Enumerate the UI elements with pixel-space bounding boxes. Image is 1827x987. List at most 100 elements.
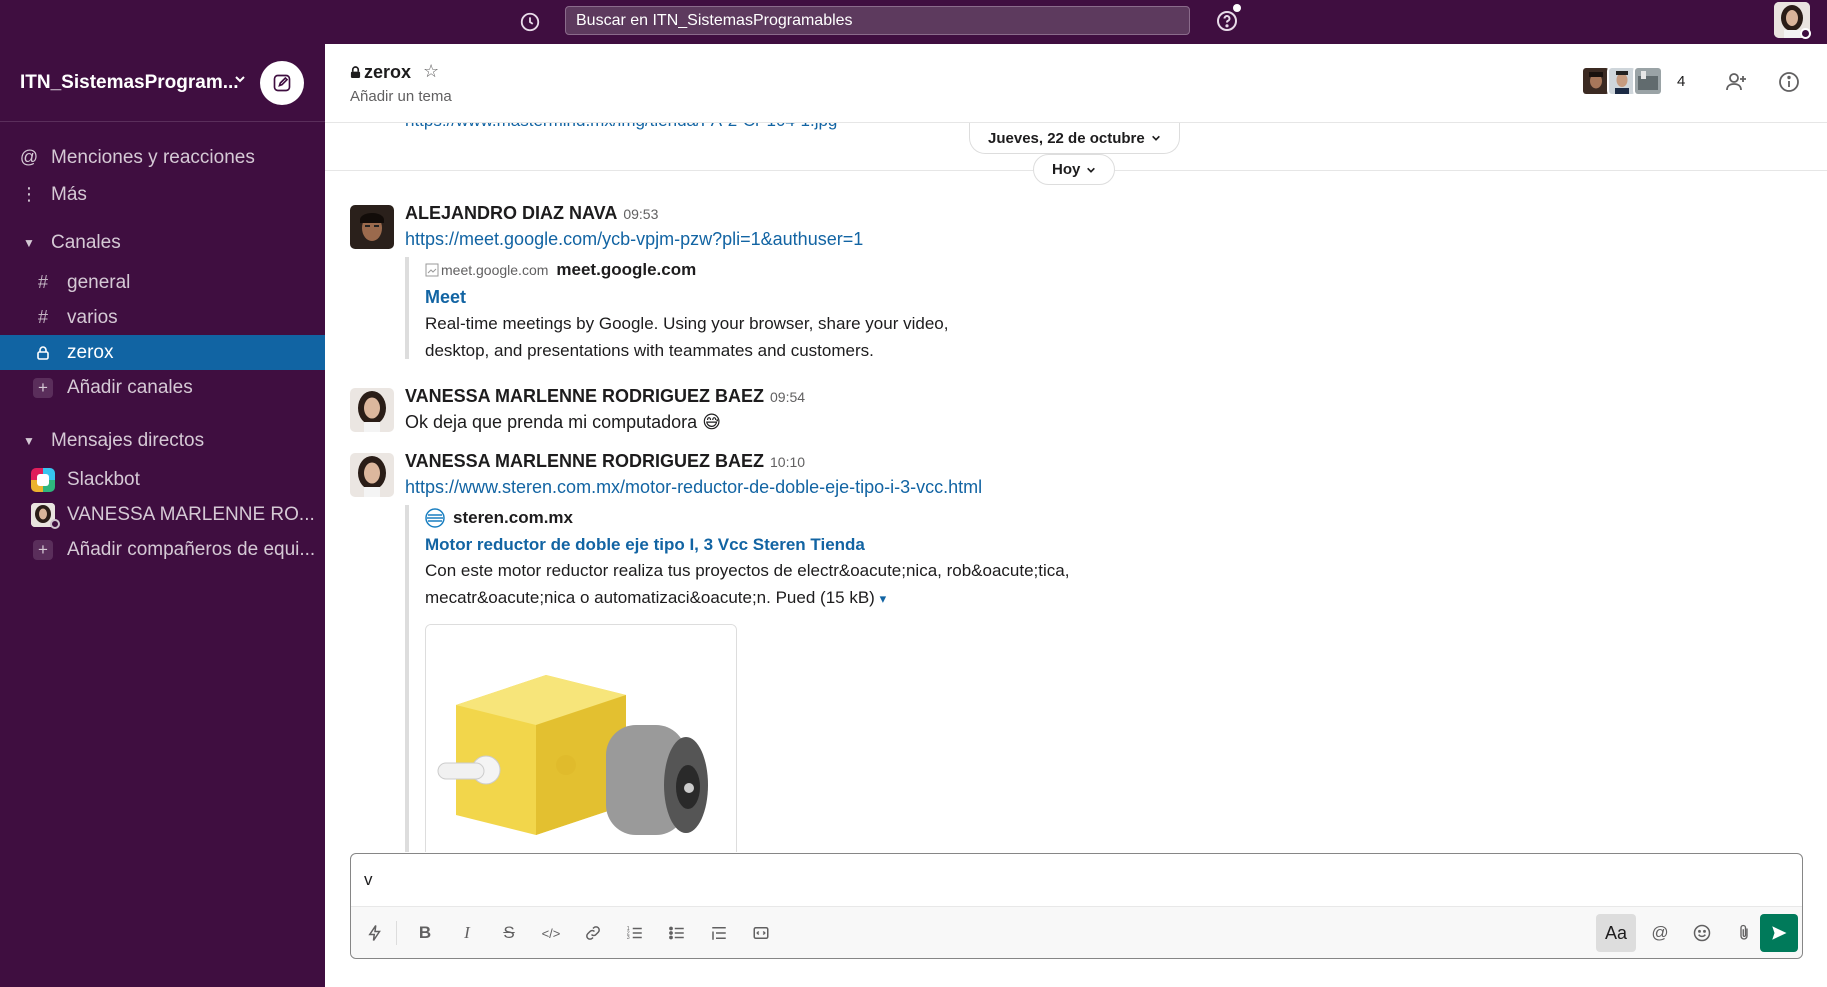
avatar[interactable] bbox=[350, 453, 394, 497]
more-vertical-icon: ⋮ bbox=[20, 184, 38, 204]
compose-button[interactable] bbox=[260, 61, 304, 105]
code-icon[interactable]: </> bbox=[535, 917, 567, 949]
emoji-icon[interactable] bbox=[1686, 917, 1718, 949]
ordered-list-icon[interactable]: 123 bbox=[619, 917, 651, 949]
message-time[interactable]: 09:54 bbox=[770, 389, 805, 405]
formatting-toggle-button[interactable]: Aa bbox=[1596, 914, 1636, 952]
sidebar-item-label: Añadir compañeros de equi... bbox=[67, 538, 316, 560]
chevron-down-icon bbox=[1087, 167, 1096, 173]
message-time[interactable]: 09:53 bbox=[623, 206, 658, 222]
unfurl-desc-text: mecatr&oacute;nica o automatizaci&oacute… bbox=[425, 588, 816, 607]
unfurl-title[interactable]: Motor reductor de doble eje tipo I, 3 Vc… bbox=[425, 535, 1165, 555]
sidebar-item-mentions[interactable]: @ Menciones y reacciones bbox=[0, 140, 325, 175]
sidebar-item-zerox[interactable]: zerox bbox=[0, 335, 325, 370]
code-block-icon[interactable] bbox=[745, 917, 777, 949]
workspace-header[interactable]: ITN_SistemasProgram... bbox=[0, 44, 325, 122]
sidebar-item-general[interactable]: # general bbox=[0, 265, 325, 300]
star-icon[interactable]: ☆ bbox=[423, 61, 439, 82]
channel-name-label: zerox bbox=[364, 62, 412, 82]
sidebar-item-label: general bbox=[67, 271, 131, 293]
blockquote-icon[interactable] bbox=[703, 917, 735, 949]
section-direct-messages[interactable]: ▼ Mensajes directos bbox=[0, 423, 325, 458]
channel-header: zerox ☆ Añadir un tema 4 bbox=[325, 44, 1827, 123]
plus-icon-wrap: + bbox=[31, 538, 55, 562]
avatar[interactable] bbox=[350, 388, 394, 432]
channel-topic[interactable]: Añadir un tema bbox=[350, 88, 452, 105]
member-avatars[interactable]: 4 bbox=[1581, 66, 1686, 96]
sidebar-item-more[interactable]: ⋮ Más bbox=[0, 177, 325, 212]
sidebar-item-label: Menciones y reacciones bbox=[51, 146, 255, 168]
toolbar-divider bbox=[396, 921, 397, 945]
hash-icon: # bbox=[37, 307, 48, 327]
chevron-down-icon[interactable] bbox=[234, 72, 246, 88]
message-list[interactable]: https://www.mastermind.mx/img/tienda/PA-… bbox=[325, 123, 1827, 852]
unfurl-site: meet.google.com meet.google.com bbox=[425, 257, 1025, 283]
date-label: Hoy bbox=[1052, 161, 1081, 178]
emoji-sweat-smile-icon: 😅 bbox=[702, 412, 721, 432]
author-name[interactable]: ALEJANDRO DIAZ NAVA bbox=[405, 203, 617, 223]
slackbot-icon-wrap bbox=[31, 467, 55, 492]
unfurl-desc-line: desktop, and presentations with teammate… bbox=[425, 341, 874, 360]
shortcuts-lightning-icon[interactable] bbox=[359, 917, 391, 949]
unfurl-image[interactable] bbox=[425, 624, 737, 852]
message-text: Ok deja que prenda mi computadora 😅 bbox=[405, 412, 721, 433]
strikethrough-icon[interactable]: S bbox=[493, 917, 525, 949]
presence-indicator bbox=[1800, 28, 1811, 39]
message-author[interactable]: VANESSA MARLENNE RODRIGUEZ BAEZ 09:54 bbox=[405, 386, 805, 407]
plus-icon: + bbox=[33, 539, 53, 560]
link-icon[interactable] bbox=[577, 917, 609, 949]
caret-down-icon: ▼ bbox=[23, 235, 35, 250]
plus-icon-wrap: + bbox=[31, 376, 55, 400]
unfurl-title[interactable]: Meet bbox=[425, 287, 1025, 308]
italic-icon[interactable]: I bbox=[451, 917, 483, 949]
message-author[interactable]: VANESSA MARLENNE RODRIGUEZ BAEZ 10:10 bbox=[405, 451, 805, 472]
add-channels-button[interactable]: + Añadir canales bbox=[0, 370, 325, 405]
unfurl-site: steren.com.mx bbox=[425, 505, 1165, 531]
bold-icon[interactable]: B bbox=[409, 917, 441, 949]
broken-image-icon: meet.google.com bbox=[425, 262, 548, 278]
message-composer[interactable]: B I S </> 123 Aa @ bbox=[350, 853, 1803, 959]
message-time[interactable]: 10:10 bbox=[770, 454, 805, 470]
date-divider-older[interactable]: Jueves, 22 de octubre bbox=[969, 123, 1180, 154]
add-person-icon[interactable] bbox=[1720, 66, 1752, 98]
sidebar-item-vanessa[interactable]: VANESSA MARLENNE RO... bbox=[0, 497, 325, 532]
channel-name[interactable]: zerox bbox=[350, 62, 411, 83]
avatar[interactable] bbox=[350, 205, 394, 249]
sidebar-item-varios[interactable]: # varios bbox=[0, 300, 325, 335]
unfurl-desc-line: Real-time meetings by Google. Using your… bbox=[425, 314, 949, 333]
section-label: Canales bbox=[51, 231, 121, 253]
sidebar-item-label: varios bbox=[67, 306, 118, 328]
workspace-name[interactable]: ITN_SistemasProgram... bbox=[20, 72, 239, 94]
unfurl-description: Real-time meetings by Google. Using your… bbox=[425, 310, 1025, 364]
history-clock-icon[interactable] bbox=[515, 7, 545, 37]
sidebar-item-label: Slackbot bbox=[67, 468, 140, 490]
caret-down-icon: ▼ bbox=[23, 433, 35, 448]
message-link[interactable]: https://www.steren.com.mx/motor-reductor… bbox=[405, 477, 982, 498]
sidebar-item-slackbot[interactable]: Slackbot bbox=[0, 462, 325, 497]
date-divider-today[interactable]: Hoy bbox=[1033, 154, 1116, 185]
top-bar: Buscar en ITN_SistemasProgramables bbox=[0, 0, 1827, 44]
svg-text:3: 3 bbox=[627, 935, 630, 941]
unfurl-site-name: steren.com.mx bbox=[453, 508, 573, 527]
message-author[interactable]: ALEJANDRO DIAZ NAVA 09:53 bbox=[405, 203, 658, 224]
add-teammates-button[interactable]: + Añadir compañeros de equi... bbox=[0, 532, 325, 567]
formatting-toolbar: B I S </> 123 Aa @ bbox=[351, 906, 1802, 958]
member-count: 4 bbox=[1677, 72, 1686, 90]
author-name[interactable]: VANESSA MARLENNE RODRIGUEZ BAEZ bbox=[405, 451, 764, 471]
sidebar-item-label: VANESSA MARLENNE RO... bbox=[67, 503, 315, 525]
mention-at-icon[interactable]: @ bbox=[1644, 917, 1676, 949]
at-icon: @ bbox=[19, 147, 39, 167]
info-icon[interactable] bbox=[1773, 66, 1805, 98]
send-button[interactable] bbox=[1760, 914, 1798, 952]
search-input[interactable]: Buscar en ITN_SistemasProgramables bbox=[565, 6, 1190, 35]
message-link[interactable]: https://meet.google.com/ycb-vpjm-pzw?pli… bbox=[405, 229, 863, 250]
bullet-list-icon[interactable] bbox=[661, 917, 693, 949]
attachment-paperclip-icon[interactable] bbox=[1728, 917, 1760, 949]
section-channels[interactable]: ▼ Canales bbox=[0, 225, 325, 260]
author-name[interactable]: VANESSA MARLENNE RODRIGUEZ BAEZ bbox=[405, 386, 764, 406]
unfurl-description: Con este motor reductor realiza tus proy… bbox=[425, 557, 1165, 612]
collapse-caret-icon[interactable]: ▾ bbox=[880, 591, 887, 606]
previous-message-link[interactable]: https://www.mastermind.mx/img/tienda/PA-… bbox=[405, 123, 837, 131]
message-input[interactable] bbox=[364, 868, 1764, 892]
slackbot-icon bbox=[31, 467, 55, 492]
